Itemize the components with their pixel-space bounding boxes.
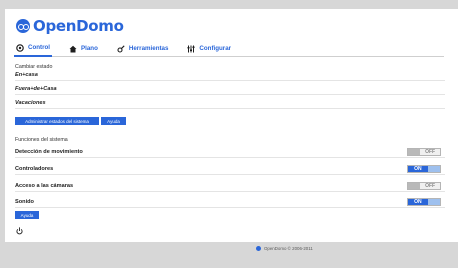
state-item-en-casa[interactable]: En+casa	[15, 70, 445, 81]
cameras-toggle[interactable]: OFF	[407, 182, 441, 190]
toggle-state: OFF	[420, 183, 440, 189]
toggle-state: ON	[408, 166, 428, 172]
controllers-toggle[interactable]: ON	[407, 165, 441, 173]
tab-herramientas-label: Herramientas	[128, 45, 169, 52]
tab-bar: Control Plano Herramientas Configurar	[14, 41, 444, 57]
footer-text: OpenDomo © 2006-2011	[264, 246, 313, 251]
sound-toggle[interactable]: ON	[407, 198, 441, 206]
sliders-icon	[187, 45, 195, 52]
logo: OpenDomo	[16, 18, 124, 34]
state-item-label: Fuera+de+Casa	[15, 86, 57, 92]
power-icon[interactable]	[16, 227, 23, 235]
tab-control-label: Control	[28, 44, 50, 51]
function-row-controllers: Controladores ON	[15, 164, 445, 175]
tab-plano-label: Plano	[81, 45, 98, 52]
function-label: Acceso a las cámaras	[15, 183, 74, 189]
state-item-label: En+casa	[15, 72, 38, 78]
tab-plano[interactable]: Plano	[67, 41, 100, 57]
top-bar	[0, 0, 458, 9]
function-row-motion: Detección de movimiento OFF	[15, 147, 445, 158]
function-label: Detección de movimiento	[15, 149, 83, 155]
toggle-knob	[427, 199, 440, 205]
state-item-label: Vacaciones	[15, 100, 46, 106]
manage-states-button[interactable]: Administrar estados del sistema	[15, 117, 99, 125]
motion-toggle[interactable]: OFF	[407, 148, 441, 156]
opendomo-logo-icon	[16, 19, 30, 33]
main-panel: OpenDomo Control Plano Herramientas Conf…	[5, 9, 458, 242]
toggle-knob	[427, 166, 440, 172]
functions-help-button[interactable]: Ayuda	[15, 211, 39, 219]
function-label: Controladores	[15, 166, 54, 172]
footer: OpenDomo © 2006-2011	[256, 246, 313, 251]
wrench-icon	[117, 44, 125, 53]
tab-configurar-label: Configurar	[199, 45, 232, 52]
logo-text: OpenDomo	[33, 17, 124, 35]
gear-icon	[16, 43, 24, 52]
states-help-button[interactable]: Ayuda	[101, 117, 126, 125]
tab-herramientas[interactable]: Herramientas	[115, 41, 171, 57]
state-item-vacaciones[interactable]: Vacaciones	[15, 98, 445, 109]
function-label: Sonido	[15, 199, 34, 205]
toggle-state: OFF	[420, 149, 440, 155]
state-item-fuera-de-casa[interactable]: Fuera+de+Casa	[15, 84, 445, 95]
function-row-sound: Sonido ON	[15, 197, 445, 208]
functions-section-title: Funciones del sistema	[15, 137, 68, 143]
function-row-cameras: Acceso a las cámaras OFF	[15, 181, 445, 192]
tab-configurar[interactable]: Configurar	[185, 41, 233, 57]
toggle-state: ON	[408, 199, 428, 205]
opendomo-small-logo-icon	[256, 246, 261, 251]
toggle-knob	[408, 149, 421, 155]
toggle-knob	[408, 183, 421, 189]
tab-control[interactable]: Control	[14, 41, 52, 57]
home-icon	[69, 45, 77, 52]
